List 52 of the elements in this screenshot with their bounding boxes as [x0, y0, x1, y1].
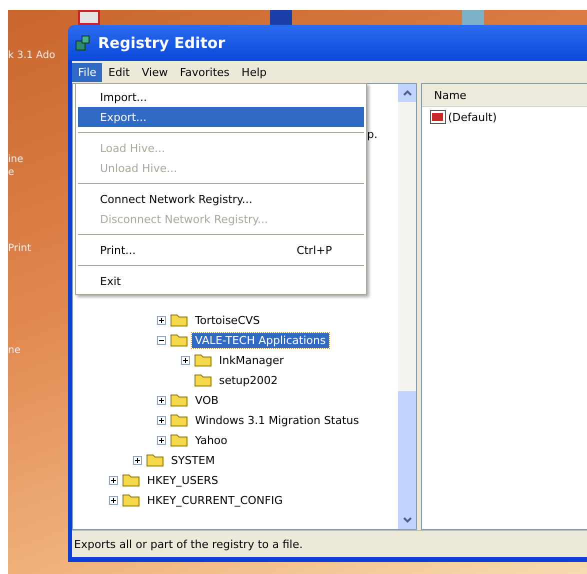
menu-item[interactable]: View — [136, 62, 174, 82]
status-bar: Exports all or part of the registry to a file. — [72, 530, 587, 557]
menu-item[interactable]: Help — [236, 62, 273, 82]
folder-icon — [194, 353, 212, 367]
folder-icon — [122, 473, 140, 487]
expand-icon[interactable] — [157, 316, 166, 324]
menu-item[interactable]: Favorites — [174, 62, 236, 82]
folder-icon — [170, 313, 188, 327]
application-icon[interactable] — [78, 10, 100, 25]
tree-item[interactable]: VALE-TECH Applications — [192, 332, 329, 348]
folder-icon — [194, 373, 212, 387]
registry-cubes-icon — [74, 34, 92, 52]
scroll-thumb[interactable] — [398, 391, 416, 511]
value-name[interactable]: (Default) — [448, 110, 497, 124]
tree-item[interactable]: Windows 3.1 Migration Status — [192, 412, 362, 428]
caret-up-icon — [402, 90, 412, 96]
folder-icon — [146, 453, 164, 467]
window-title: Registry Editor — [98, 34, 226, 52]
menu-item[interactable]: Connect Network Registry... — [78, 189, 364, 209]
tree-item[interactable]: SYSTEM — [168, 452, 218, 468]
expand-icon[interactable] — [109, 496, 118, 504]
expand-icon[interactable] — [109, 476, 118, 484]
expand-icon[interactable] — [133, 456, 142, 464]
tree-item[interactable]: TortoiseCVS — [192, 312, 263, 328]
expand-icon[interactable] — [181, 356, 190, 364]
tree-item[interactable]: HKEY_USERS — [144, 472, 222, 488]
menu-item[interactable]: Import... — [78, 87, 364, 107]
folder-icon — [170, 413, 188, 427]
expand-icon[interactable] — [157, 416, 166, 424]
tree-item[interactable]: Yahoo — [192, 432, 230, 448]
scrollbar[interactable] — [398, 84, 416, 529]
scroll-down-button[interactable] — [398, 511, 416, 529]
menu-item[interactable]: Print... Ctrl+P — [78, 240, 364, 260]
collapse-icon[interactable] — [157, 336, 166, 344]
caret-down-icon — [402, 517, 412, 523]
folder-icon — [170, 433, 188, 447]
expand-icon[interactable] — [157, 436, 166, 444]
tree-item[interactable]: InkManager — [216, 352, 287, 368]
tree-item[interactable]: setup2002 — [216, 372, 281, 388]
scroll-up-button[interactable] — [398, 84, 416, 102]
tree-item[interactable]: HKEY_CURRENT_CONFIG — [144, 492, 286, 508]
expand-icon[interactable] — [157, 396, 166, 404]
menu-item[interactable]: Edit — [102, 62, 136, 82]
tree-item[interactable]: VOB — [192, 392, 222, 408]
folder-icon — [122, 493, 140, 507]
menu-item[interactable]: File — [72, 62, 102, 82]
menu-item[interactable]: Exit — [78, 271, 364, 291]
menu-item[interactable]: Export... — [78, 107, 364, 127]
string-value-icon — [430, 110, 446, 124]
folder-icon — [170, 393, 188, 407]
open-folder-icon — [170, 333, 188, 347]
tree-item-label[interactable]: p. — [367, 128, 378, 141]
